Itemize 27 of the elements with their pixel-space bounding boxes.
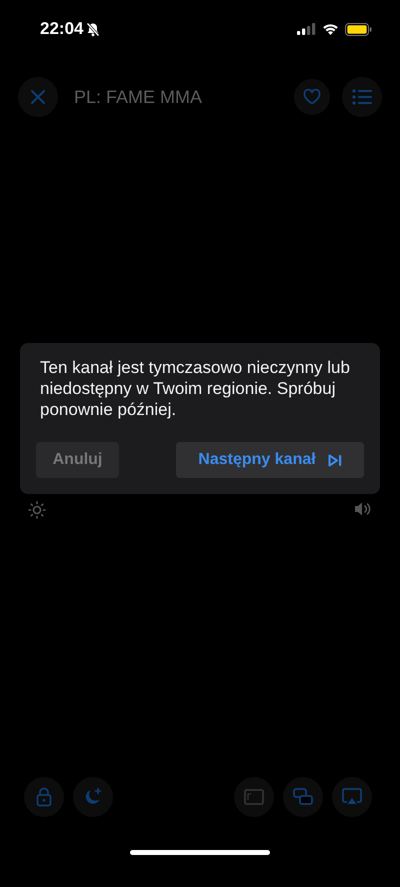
aspect-ratio-button[interactable] [234, 777, 274, 817]
speaker-icon[interactable] [354, 501, 372, 517]
alert-message: Ten kanał jest tymczasowo nieczynny lub niedostępny w Twoim regionie. Spróbuj ponownie później. [40, 357, 351, 420]
favorite-button[interactable] [294, 79, 330, 115]
signal-icon [297, 23, 316, 35]
airplay-button[interactable] [332, 777, 372, 817]
status-time: 22:04 [40, 19, 84, 39]
lock-button[interactable] [24, 777, 64, 817]
heart-icon [303, 89, 321, 105]
picture-in-picture-button[interactable] [283, 777, 323, 817]
next-channel-button[interactable]: Następny kanał [176, 442, 364, 478]
channel-title: PL: FAME MMA [74, 86, 204, 108]
close-button[interactable] [18, 77, 58, 117]
muted-bell-icon [86, 22, 100, 36]
channel-list-button[interactable] [342, 77, 382, 117]
screen-icon [244, 789, 264, 805]
close-icon [30, 89, 46, 105]
airplay-icon [342, 788, 362, 806]
wifi-icon [322, 23, 339, 35]
skip-forward-icon [328, 454, 342, 466]
list-icon [352, 89, 372, 105]
overlapping-windows-icon [293, 788, 313, 806]
lock-icon [36, 787, 52, 807]
battery-icon [345, 22, 372, 36]
brightness-icon[interactable] [28, 501, 46, 519]
home-indicator[interactable] [130, 850, 270, 854]
sleep-timer-button[interactable] [73, 777, 113, 817]
